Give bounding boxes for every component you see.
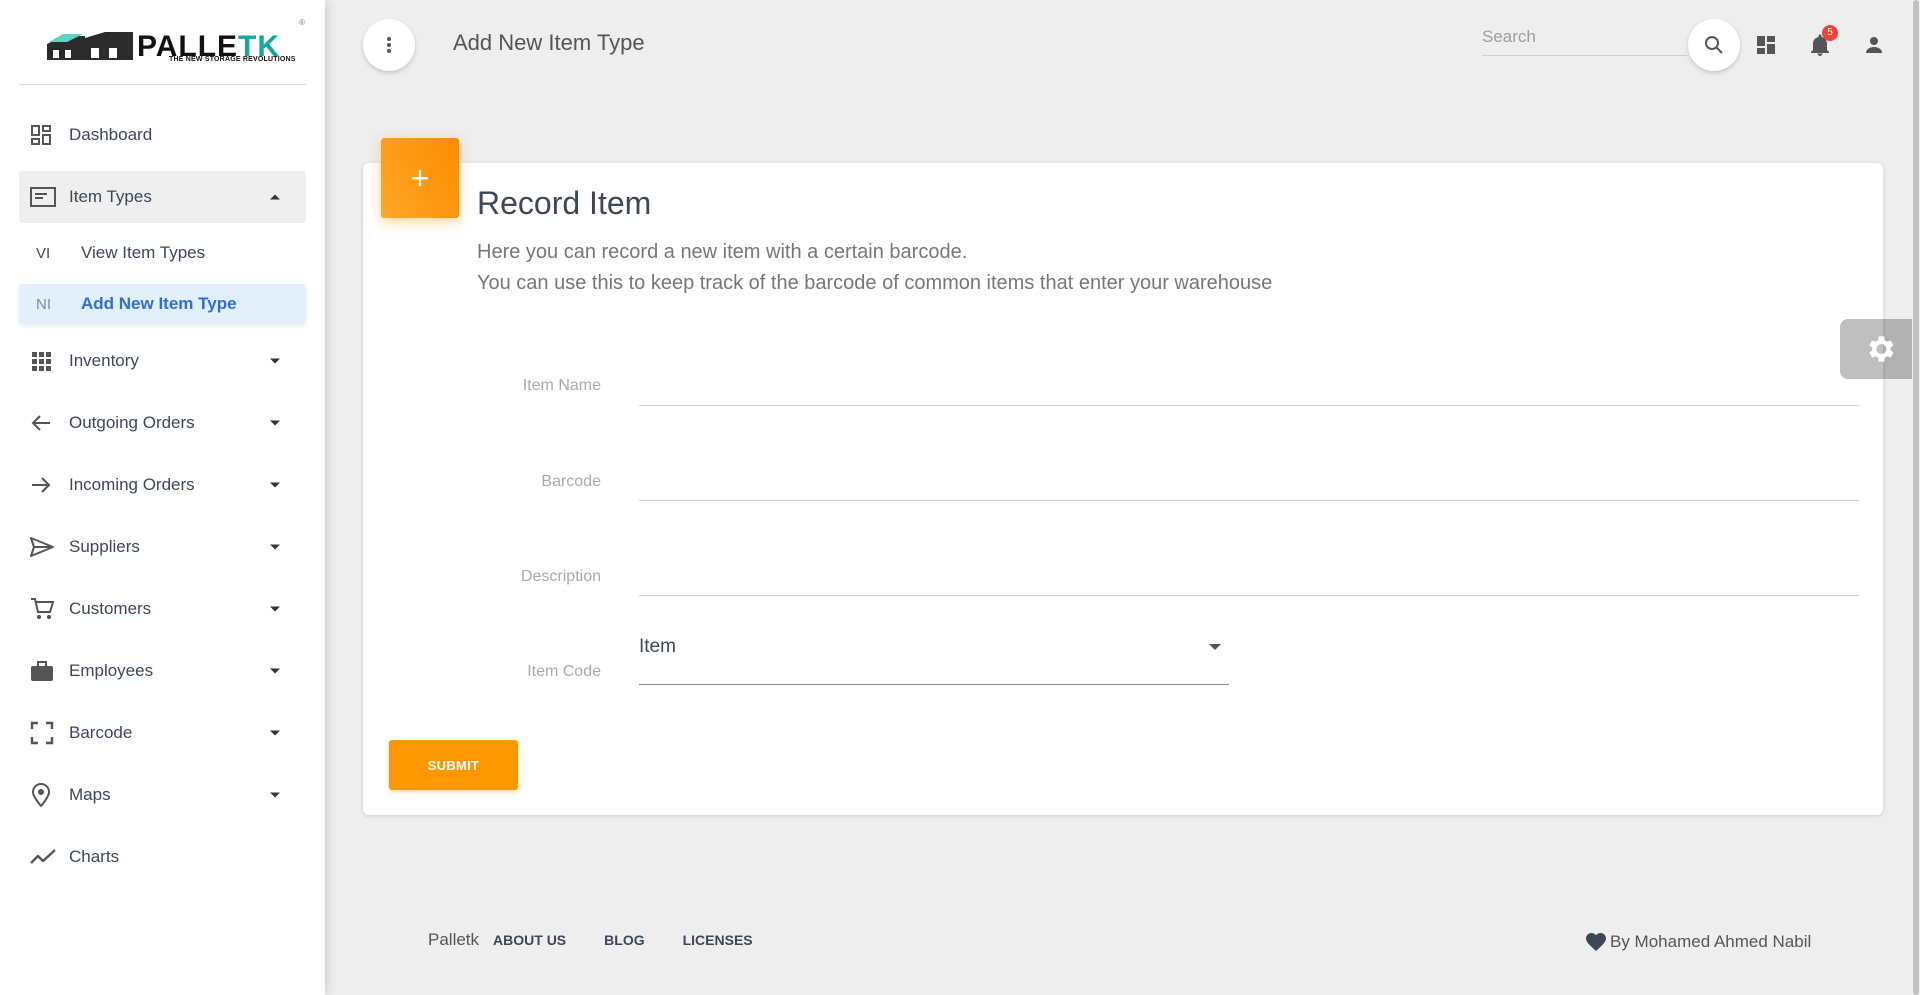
gear-icon <box>1869 336 1894 362</box>
barcode-label: Barcode <box>541 473 601 490</box>
sidebar-item-maps[interactable]: Maps <box>19 769 306 821</box>
registered-mark: ® <box>299 18 305 27</box>
description-input[interactable] <box>639 560 1859 596</box>
notifications-button[interactable]: 5 <box>1805 25 1838 60</box>
sidebar-item-label: Maps <box>69 785 111 804</box>
sidebar-item-label: Suppliers <box>69 537 140 556</box>
card-description: Here you can record a new item with a ce… <box>477 237 1272 299</box>
sidebar-item-label: Outgoing Orders <box>69 413 195 432</box>
sidebar-subitem-add-new-item-type[interactable]: NI Add New Item Type <box>19 284 306 324</box>
sidebar-item-label: Incoming Orders <box>69 475 195 494</box>
chevron-down-icon <box>270 606 280 612</box>
page-title: Add New Item Type <box>453 30 645 55</box>
dashboard-icon <box>19 120 69 150</box>
dashboard-shortcut-button[interactable] <box>1751 30 1781 60</box>
sidebar-item-customers[interactable]: Customers <box>19 583 306 635</box>
user-profile-button[interactable] <box>1859 30 1889 60</box>
card-description-line: Here you can record a new item with a ce… <box>477 241 968 263</box>
settings-panel-button[interactable] <box>1840 319 1920 379</box>
sidebar-subitem-abbr: NI <box>36 295 51 313</box>
chevron-down-icon <box>270 668 280 674</box>
sidebar-item-dashboard[interactable]: Dashboard <box>19 109 306 161</box>
more-vertical-icon <box>387 37 391 53</box>
card-title: Record Item <box>477 185 652 221</box>
scrollbar-thumb[interactable] <box>1913 0 1919 995</box>
logo[interactable]: PALLETK THE NEW STORAGE REVOLUTIONS ® <box>19 10 306 85</box>
cart-icon <box>19 594 69 624</box>
page-scrollbar[interactable] <box>1912 0 1920 995</box>
chevron-down-icon <box>1209 644 1221 650</box>
dashboard-icon <box>1757 36 1775 54</box>
footer-brand: Palletk <box>428 930 480 949</box>
item-code-select[interactable]: Item <box>639 628 1229 685</box>
sidebar-subitem-label: Add New Item Type <box>81 294 237 313</box>
grid-icon <box>19 346 69 376</box>
item-name-input[interactable] <box>639 370 1859 406</box>
footer-credit: By Mohamed Ahmed Nabil <box>1586 932 1811 952</box>
map-pin-icon <box>19 780 69 810</box>
sidebar-subitem-abbr: VI <box>36 244 51 262</box>
chevron-down-icon <box>270 544 280 550</box>
sidebar-item-label: Item Types <box>69 187 152 206</box>
sidebar-item-label: Customers <box>69 599 152 618</box>
chart-icon <box>19 842 69 872</box>
item-types-icon <box>19 182 69 212</box>
sidebar-subitem-label: View Item Types <box>81 243 206 262</box>
sidebar-item-item-types[interactable]: Item Types <box>19 171 306 223</box>
barcode-row: Barcode <box>363 465 1883 525</box>
chevron-up-icon <box>270 194 280 200</box>
item-name-row: Item Name <box>363 370 1883 430</box>
card-description-line: You can use this to keep track of the ba… <box>477 272 1273 294</box>
barcode-input[interactable] <box>639 465 1859 501</box>
arrow-left-icon <box>19 408 69 438</box>
user-icon <box>1866 37 1882 53</box>
search-input[interactable] <box>1482 22 1687 52</box>
sidebar-subitem-view-item-types[interactable]: VI View Item Types <box>19 233 306 273</box>
chevron-down-icon <box>270 792 280 798</box>
footer-link-blog[interactable]: BLOG <box>604 932 644 948</box>
search-icon <box>1705 36 1723 54</box>
sidebar-item-inventory[interactable]: Inventory <box>19 335 306 387</box>
add-icon: + <box>381 138 459 218</box>
notification-count-badge: 5 <box>1822 25 1838 41</box>
submit-button[interactable]: SUBMIT <box>389 740 518 790</box>
heart-icon <box>1586 933 1606 951</box>
footer: Palletk ABOUT US BLOG LICENSES <box>428 930 791 950</box>
sidebar-item-label: Inventory <box>69 351 139 370</box>
item-code-label: Item Code <box>527 663 601 680</box>
sidebar-item-employees[interactable]: Employees <box>19 645 306 697</box>
warehouse-logo-icon <box>46 32 133 60</box>
chevron-down-icon <box>270 482 280 488</box>
sidebar-nav: Dashboard Item Types VI View Item Types … <box>19 109 306 893</box>
sidebar-item-charts[interactable]: Charts <box>19 831 306 883</box>
sidebar-item-label: Employees <box>69 661 154 680</box>
scan-icon <box>19 718 69 748</box>
footer-credit-text: By Mohamed Ahmed Nabil <box>1610 932 1812 951</box>
footer-link-about-us[interactable]: ABOUT US <box>493 932 566 948</box>
sidebar-item-label: Barcode <box>69 723 133 742</box>
brand-tagline: THE NEW STORAGE REVOLUTIONS <box>169 56 296 63</box>
item-name-label: Item Name <box>522 377 601 394</box>
arrow-right-icon <box>19 470 69 500</box>
sidebar-item-label: Charts <box>69 847 120 866</box>
item-code-selected-value: Item <box>639 636 676 657</box>
sidebar-item-outgoing-orders[interactable]: Outgoing Orders <box>19 397 306 449</box>
sidebar-item-suppliers[interactable]: Suppliers <box>19 521 306 573</box>
sidebar-item-label: Dashboard <box>69 125 153 144</box>
chevron-down-icon <box>270 730 280 736</box>
search-button[interactable] <box>1688 19 1740 71</box>
briefcase-icon <box>19 656 69 686</box>
sidebar-item-barcode[interactable]: Barcode <box>19 707 306 759</box>
search-field <box>1482 22 1687 56</box>
sidebar-item-incoming-orders[interactable]: Incoming Orders <box>19 459 306 511</box>
send-icon <box>19 532 69 562</box>
chevron-down-icon <box>270 420 280 426</box>
description-row: Description <box>363 560 1883 620</box>
more-options-button[interactable] <box>363 19 415 71</box>
chevron-down-icon <box>270 358 280 364</box>
footer-link-licenses[interactable]: LICENSES <box>683 932 753 948</box>
sidebar: PALLETK THE NEW STORAGE REVOLUTIONS ® Da… <box>0 0 325 995</box>
description-label: Description <box>520 568 601 585</box>
